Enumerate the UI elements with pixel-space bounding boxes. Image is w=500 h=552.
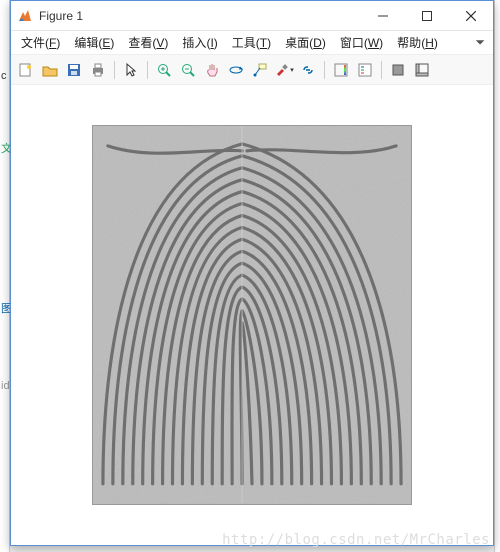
minimize-button[interactable] — [361, 1, 405, 30]
close-button[interactable] — [449, 1, 493, 30]
menu-help[interactable]: 帮助(H) — [391, 32, 444, 53]
toolbar-separator — [114, 61, 115, 79]
pan-button[interactable] — [201, 59, 223, 81]
menu-file[interactable]: 文件(F) — [15, 32, 66, 53]
new-figure-button[interactable] — [15, 59, 37, 81]
data-cursor-button[interactable] — [249, 59, 271, 81]
figure-window: Figure 1 文件(F) 编辑(E) 查看(V) 插入(I) 工具(T) 桌… — [10, 0, 494, 546]
hide-plot-tools-button[interactable] — [387, 59, 409, 81]
menu-view[interactable]: 查看(V) — [122, 32, 174, 53]
titlebar: Figure 1 — [11, 1, 493, 31]
menu-edit[interactable]: 编辑(E) — [68, 32, 120, 53]
brush-button[interactable]: ▾ — [273, 59, 295, 81]
fingerprint-image-content — [93, 126, 411, 504]
menu-overflow-icon[interactable]: ⏷ — [475, 35, 489, 50]
menu-window[interactable]: 窗口(W) — [334, 32, 389, 53]
insert-legend-button[interactable] — [354, 59, 376, 81]
matlab-app-icon — [17, 8, 33, 24]
rotate-3d-button[interactable] — [225, 59, 247, 81]
background-editor-left: c 文 图 id — [0, 0, 10, 552]
displayed-image — [92, 125, 412, 505]
window-title: Figure 1 — [39, 9, 361, 23]
link-data-button[interactable] — [297, 59, 319, 81]
maximize-button[interactable] — [405, 1, 449, 30]
menu-desktop[interactable]: 桌面(D) — [279, 32, 332, 53]
insert-colorbar-button[interactable] — [330, 59, 352, 81]
show-plot-tools-button[interactable] — [411, 59, 433, 81]
toolbar: ▾ — [11, 55, 493, 85]
print-button[interactable] — [87, 59, 109, 81]
save-button[interactable] — [63, 59, 85, 81]
zoom-out-button[interactable] — [177, 59, 199, 81]
window-controls — [361, 1, 493, 30]
menubar: 文件(F) 编辑(E) 查看(V) 插入(I) 工具(T) 桌面(D) 窗口(W… — [11, 31, 493, 55]
menu-insert[interactable]: 插入(I) — [176, 32, 223, 53]
figure-canvas[interactable] — [11, 85, 493, 545]
toolbar-separator — [381, 61, 382, 79]
background-editor-right — [494, 0, 500, 552]
menu-tools[interactable]: 工具(T) — [226, 32, 277, 53]
zoom-in-button[interactable] — [153, 59, 175, 81]
toolbar-separator — [324, 61, 325, 79]
watermark-text: http://blog.csdn.net/MrCharles — [222, 532, 490, 548]
pointer-button[interactable] — [120, 59, 142, 81]
toolbar-separator — [147, 61, 148, 79]
open-button[interactable] — [39, 59, 61, 81]
